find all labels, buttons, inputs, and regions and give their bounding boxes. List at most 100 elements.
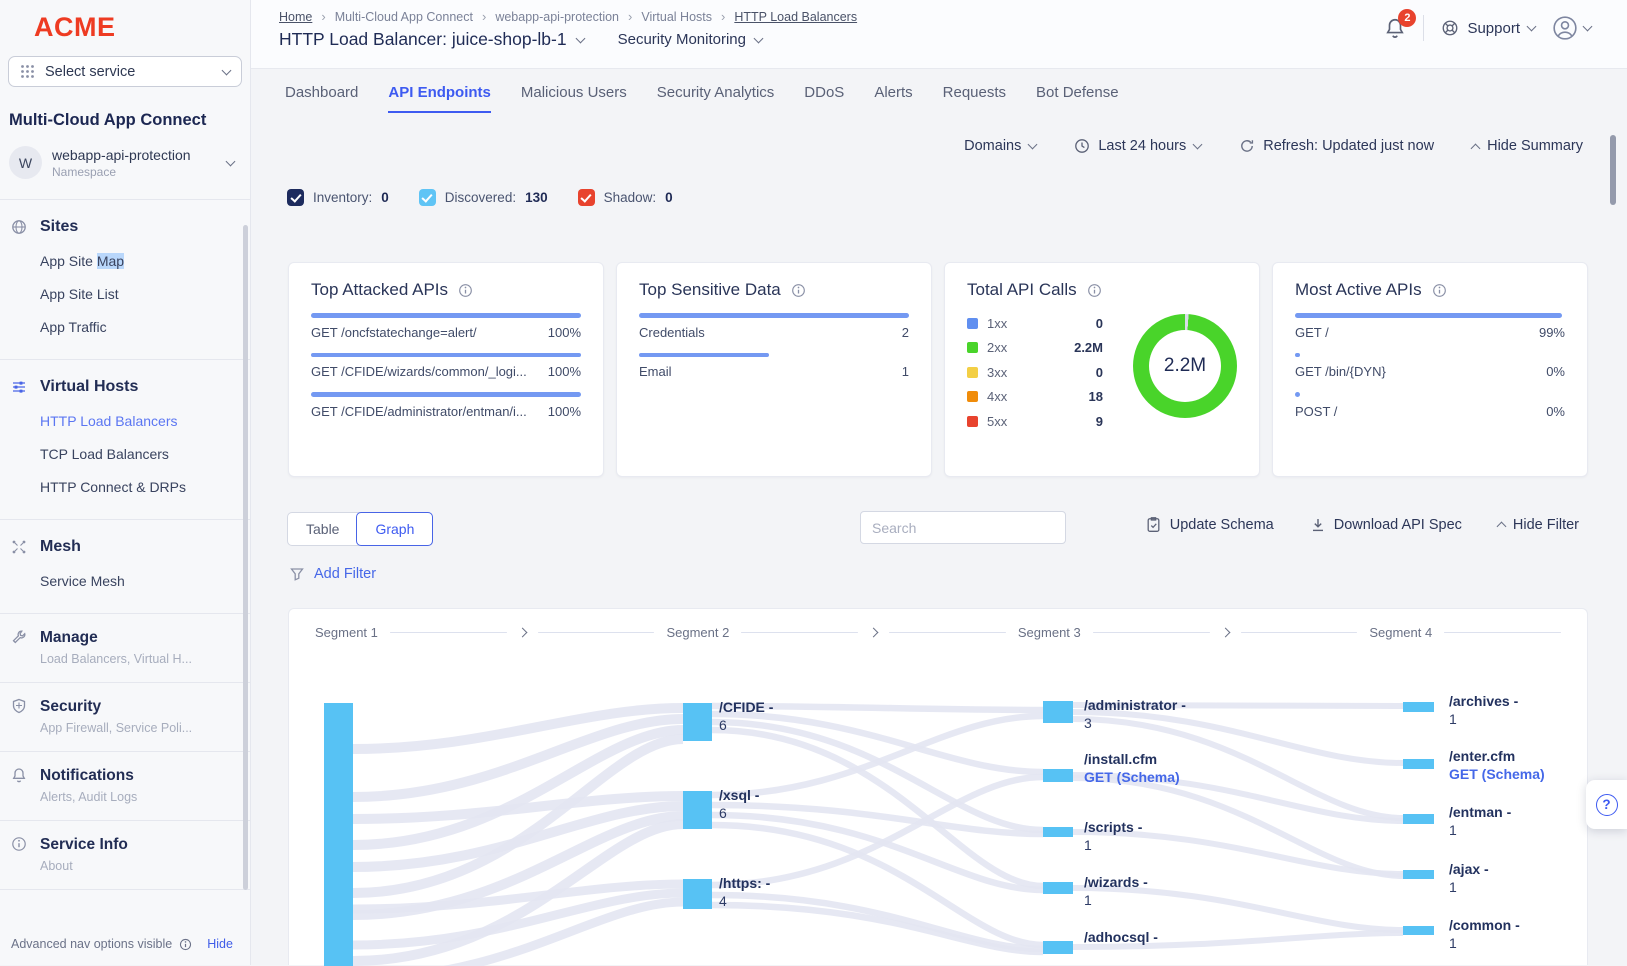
sidebar-item-app-site-map[interactable]: App Site Map	[40, 253, 250, 269]
sidebar-item-notifications[interactable]: NotificationsAlerts, Audit Logs	[11, 767, 250, 804]
list-item[interactable]: GET /oncfstatechange=alert/100%	[311, 325, 581, 340]
sidebar-item-security[interactable]: SecurityApp Firewall, Service Poli...	[11, 698, 250, 735]
chevron-down-icon	[754, 33, 764, 43]
sidebar-scrollbar[interactable]	[243, 225, 248, 890]
breadcrumb-http-load-balancers[interactable]: HTTP Load Balancers	[734, 10, 857, 24]
list-item[interactable]: POST /0%	[1295, 404, 1565, 419]
discovered-checkbox[interactable]	[419, 189, 436, 206]
help-button[interactable]: ?	[1586, 780, 1627, 829]
hide-summary-button[interactable]: Hide Summary	[1472, 138, 1583, 154]
node-label-xsql[interactable]: /xsql -6	[719, 787, 759, 822]
list-item[interactable]: Email1	[639, 364, 909, 379]
list-item[interactable]: GET /bin/{DYN}0%	[1295, 364, 1565, 379]
tab-alerts[interactable]: Alerts	[874, 84, 912, 113]
info-icon[interactable]	[458, 283, 473, 298]
chevron-down-icon	[1583, 22, 1593, 32]
card-title: Most Active APIs	[1295, 280, 1422, 300]
node-label-ajax[interactable]: /ajax -1	[1449, 861, 1489, 896]
legend-row[interactable]: 3xx0	[967, 365, 1103, 380]
sidebar-item-http-load-balancers[interactable]: HTTP Load Balancers	[40, 413, 250, 429]
node-label-enter-cfm[interactable]: /enter.cfmGET (Schema)	[1449, 748, 1545, 783]
filter-shadow[interactable]: Shadow:0	[578, 189, 673, 206]
node-label-common[interactable]: /common -1	[1449, 917, 1520, 952]
node-common	[1403, 926, 1434, 935]
node-label-entman[interactable]: /entman -1	[1449, 804, 1511, 839]
list-item[interactable]: GET /CFIDE/wizards/common/_logi...100%	[311, 364, 581, 379]
hide-nav-link[interactable]: Hide	[207, 937, 233, 951]
page-title-dropdown[interactable]: HTTP Load Balancer: juice-shop-lb-1	[279, 29, 584, 50]
domains-dropdown[interactable]: Domains	[964, 138, 1036, 154]
breadcrumb-namespace[interactable]: webapp-api-protection	[495, 10, 619, 24]
breadcrumb-virtual-hosts[interactable]: Virtual Hosts	[641, 10, 712, 24]
node-label-archives[interactable]: /archives -1	[1449, 693, 1518, 728]
node-label-scripts[interactable]: /scripts -1	[1084, 819, 1142, 854]
time-range-dropdown[interactable]: Last 24 hours	[1074, 138, 1201, 154]
sidebar-item-app-site-list[interactable]: App Site List	[40, 286, 250, 302]
breadcrumb-home[interactable]: Home	[279, 10, 312, 24]
node-label-https[interactable]: /https: -4	[719, 875, 770, 910]
graph-view-button[interactable]: Graph	[356, 512, 433, 546]
node-label-adhocsql[interactable]: /adhocsql -	[1084, 929, 1158, 947]
tab-dashboard[interactable]: Dashboard	[285, 84, 358, 113]
get-schema-link[interactable]: GET (Schema)	[1084, 769, 1180, 787]
funnel-icon	[289, 566, 305, 582]
tab-security-analytics[interactable]: Security Analytics	[657, 84, 775, 113]
question-mark-icon: ?	[1596, 794, 1618, 816]
legend-row[interactable]: 4xx18	[967, 389, 1103, 404]
legend-swatch	[967, 416, 978, 427]
sidebar-item-service-info[interactable]: Service InfoAbout	[11, 836, 250, 873]
table-view-button[interactable]: Table	[288, 513, 357, 545]
node-label-install-cfm[interactable]: /install.cfmGET (Schema)	[1084, 751, 1180, 786]
node-label-cfide[interactable]: /CFIDE -6	[719, 699, 773, 734]
bell-icon	[11, 767, 27, 783]
filter-discovered[interactable]: Discovered:130	[419, 189, 548, 206]
select-service-dropdown[interactable]: Select service	[8, 56, 242, 87]
page-scrollbar[interactable]	[1610, 135, 1616, 205]
breadcrumb-app-connect[interactable]: Multi-Cloud App Connect	[335, 10, 473, 24]
select-service-label: Select service	[45, 64, 135, 80]
active-bar	[1295, 392, 1300, 397]
monitoring-mode-dropdown[interactable]: Security Monitoring	[618, 31, 762, 48]
sidebar-item-http-connect-drps[interactable]: HTTP Connect & DRPs	[40, 479, 250, 495]
info-icon[interactable]	[1087, 283, 1102, 298]
node-scripts	[1043, 827, 1073, 837]
sidebar-item-app-traffic[interactable]: App Traffic	[40, 319, 250, 335]
divider	[0, 613, 250, 614]
inventory-checkbox[interactable]	[287, 189, 304, 206]
api-calls-donut-chart[interactable]: 2.2M	[1133, 314, 1237, 418]
notifications-button[interactable]: 2	[1384, 17, 1406, 39]
search-input[interactable]	[860, 511, 1066, 544]
get-schema-link[interactable]: GET (Schema)	[1449, 766, 1545, 784]
legend-row[interactable]: 5xx9	[967, 414, 1103, 429]
download-api-spec-button[interactable]: Download API Spec	[1310, 517, 1462, 533]
refresh-button[interactable]: Refresh: Updated just now	[1239, 138, 1434, 154]
legend-row[interactable]: 2xx2.2M	[967, 340, 1103, 355]
user-menu[interactable]	[1552, 15, 1591, 41]
list-item[interactable]: Credentials2	[639, 325, 909, 340]
tab-api-endpoints[interactable]: API Endpoints	[388, 84, 491, 113]
support-menu[interactable]: Support	[1441, 19, 1535, 37]
node-label-administrator[interactable]: /administrator -3	[1084, 697, 1186, 732]
tab-requests[interactable]: Requests	[943, 84, 1006, 113]
shadow-checkbox[interactable]	[578, 189, 595, 206]
sidebar-item-manage[interactable]: ManageLoad Balancers, Virtual H...	[11, 629, 250, 666]
tab-ddos[interactable]: DDoS	[804, 84, 844, 113]
tab-bot-defense[interactable]: Bot Defense	[1036, 84, 1119, 113]
update-schema-button[interactable]: Update Schema	[1145, 516, 1274, 533]
advanced-nav-footer: Advanced nav options visible Hide	[11, 937, 233, 951]
add-filter-button[interactable]: Add Filter	[289, 566, 376, 582]
namespace-selector[interactable]: W webapp-api-protection Namespace	[9, 146, 242, 179]
sidebar-item-tcp-load-balancers[interactable]: TCP Load Balancers	[40, 446, 250, 462]
hide-filter-button[interactable]: Hide Filter	[1498, 517, 1579, 533]
info-icon[interactable]	[1432, 283, 1447, 298]
list-item[interactable]: GET /CFIDE/administrator/entman/i...100%	[311, 404, 581, 419]
sidebar-item-service-mesh[interactable]: Service Mesh	[40, 573, 250, 589]
node-label-wizards[interactable]: /wizards -1	[1084, 874, 1148, 909]
endpoint-type-filters: Inventory:0 Discovered:130 Shadow:0	[287, 189, 673, 206]
filter-inventory[interactable]: Inventory:0	[287, 189, 389, 206]
legend-row[interactable]: 1xx0	[967, 316, 1103, 331]
list-item[interactable]: GET /99%	[1295, 325, 1565, 340]
sankey-diagram[interactable]	[289, 609, 1589, 966]
tab-malicious-users[interactable]: Malicious Users	[521, 84, 627, 113]
info-icon[interactable]	[791, 283, 806, 298]
